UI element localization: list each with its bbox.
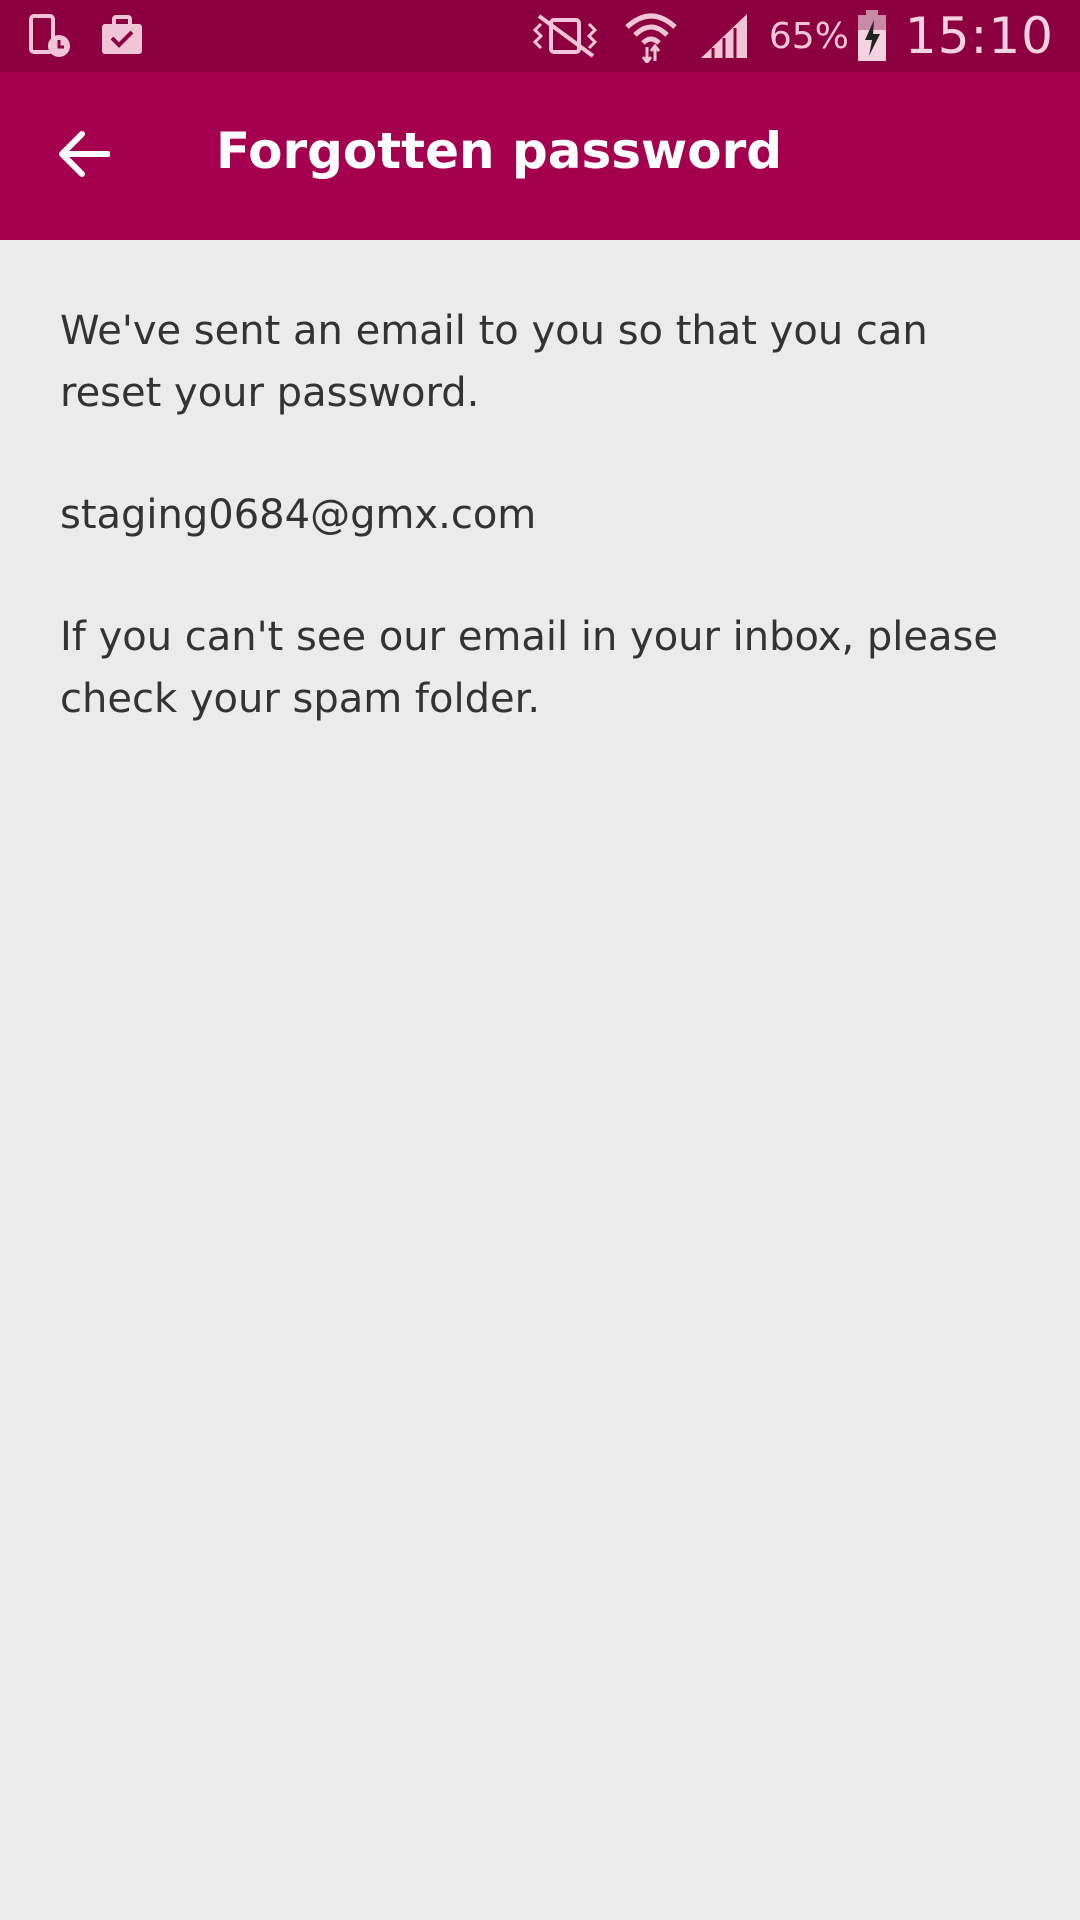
clock: 15:10 bbox=[904, 7, 1054, 65]
signal-icon bbox=[699, 12, 749, 60]
back-button[interactable] bbox=[44, 116, 124, 196]
vibrate-mute-icon bbox=[529, 12, 603, 60]
arrow-back-icon bbox=[58, 130, 111, 182]
email-address: staging0684@gmx.com bbox=[60, 492, 537, 538]
status-icons: 65% 15:10 bbox=[509, 0, 1054, 72]
device-clock-icon bbox=[28, 14, 76, 62]
spam-hint: If you can't see our email in your inbox… bbox=[60, 614, 998, 722]
confirmation-message: We've sent an email to you so that you c… bbox=[60, 308, 928, 416]
wifi-icon bbox=[623, 9, 679, 63]
battery-charging-icon bbox=[857, 10, 887, 62]
page-title: Forgotten password bbox=[216, 122, 783, 180]
briefcase-check-icon bbox=[100, 14, 148, 62]
status-bar: 65% 15:10 bbox=[0, 0, 1080, 72]
battery-percent: 65% bbox=[768, 15, 849, 57]
app-bar: Forgotten password bbox=[0, 72, 1080, 240]
content: We've sent an email to you so that you c… bbox=[60, 300, 1020, 730]
